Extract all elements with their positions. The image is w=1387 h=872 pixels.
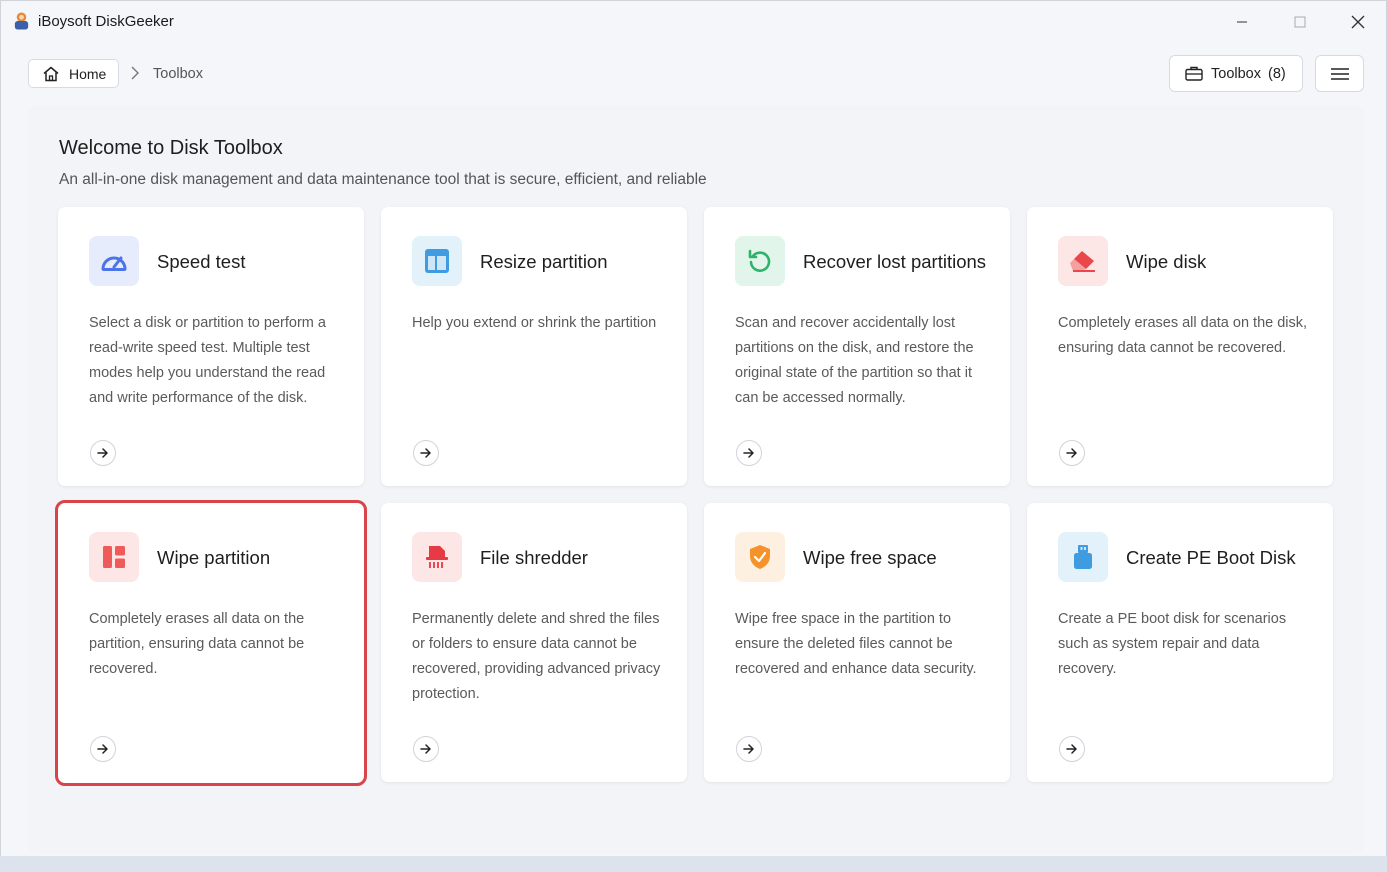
speedometer-icon — [89, 236, 139, 286]
arrow-right-icon — [1066, 448, 1077, 458]
card-open-button[interactable] — [413, 440, 439, 466]
arrow-right-icon — [1066, 744, 1077, 754]
card-description: Completely erases all data on the disk, … — [1058, 315, 1308, 356]
card-open-button[interactable] — [90, 736, 116, 762]
card-title: Speed test — [157, 251, 246, 272]
restore-icon — [735, 236, 785, 286]
card-title: Create PE Boot Disk — [1126, 547, 1296, 568]
card-speed-test[interactable]: Speed test Select a disk or partition to… — [58, 207, 364, 486]
partition-icon — [89, 532, 139, 582]
arrow-right-icon — [97, 448, 108, 458]
menu-button[interactable] — [1315, 55, 1364, 92]
title-bar: iBoysoft DiskGeeker — [1, 1, 1386, 42]
app-logo-icon — [14, 12, 29, 30]
app-title: iBoysoft DiskGeeker — [38, 13, 174, 30]
arrow-right-icon — [743, 448, 754, 458]
card-wipe-free-space[interactable]: Wipe free space Wipe free space in the p… — [704, 503, 1010, 782]
breadcrumb-current: Toolbox — [153, 66, 203, 82]
toolbox-label: Toolbox — [1211, 65, 1261, 82]
card-description: Completely erases all data on the partit… — [89, 611, 305, 677]
close-button[interactable] — [1329, 1, 1387, 42]
usb-drive-icon — [1058, 532, 1108, 582]
chevron-right-icon — [131, 66, 139, 80]
app-window: iBoysoft DiskGeeker Home Toolbox Toolbox… — [0, 0, 1387, 856]
card-description: Wipe free space in the partition to ensu… — [735, 611, 977, 677]
layout-icon — [412, 236, 462, 286]
shredder-icon — [412, 532, 462, 582]
toolbox-count: (8) — [1267, 65, 1286, 82]
card-open-button[interactable] — [1059, 440, 1085, 466]
card-open-button[interactable] — [736, 440, 762, 466]
card-open-button[interactable] — [90, 440, 116, 466]
minimize-icon — [1237, 21, 1247, 22]
maximize-button[interactable] — [1271, 1, 1329, 42]
home-button[interactable]: Home — [28, 59, 119, 88]
card-wipe-disk[interactable]: Wipe disk Completely erases all data on … — [1027, 207, 1333, 486]
main-content: Home Toolbox Toolbox (8) Welcome to Disk… — [1, 42, 1386, 856]
minimize-button[interactable] — [1213, 1, 1271, 42]
card-title: File shredder — [480, 547, 588, 568]
shield-icon — [735, 532, 785, 582]
home-icon — [43, 66, 59, 81]
arrow-right-icon — [743, 744, 754, 754]
card-recover-lost-partitions[interactable]: Recover lost partitions Scan and recover… — [704, 207, 1010, 486]
card-open-button[interactable] — [1059, 736, 1085, 762]
card-title: Wipe disk — [1126, 251, 1207, 272]
card-description: Create a PE boot disk for scenarios such… — [1058, 611, 1287, 677]
eraser-icon — [1058, 236, 1108, 286]
desktop-strip — [0, 856, 1387, 872]
page-title: Welcome to Disk Toolbox — [59, 137, 283, 159]
card-create-pe-boot-disk[interactable]: Create PE Boot Disk Create a PE boot dis… — [1027, 503, 1333, 782]
hamburger-menu-icon — [1330, 67, 1349, 80]
arrow-right-icon — [420, 744, 431, 754]
home-label: Home — [69, 65, 107, 82]
card-title: Wipe free space — [803, 547, 937, 568]
toolbox-button[interactable]: Toolbox (8) — [1169, 55, 1303, 92]
toolbox-panel: Welcome to Disk Toolbox An all-in-one di… — [28, 105, 1364, 853]
card-title: Wipe partition — [157, 547, 271, 568]
card-title: Resize partition — [480, 251, 608, 272]
card-title: Recover lost partitions — [803, 251, 987, 272]
card-open-button[interactable] — [413, 736, 439, 762]
arrow-right-icon — [420, 448, 431, 458]
card-open-button[interactable] — [736, 736, 762, 762]
card-description: Help you extend or shrink the partition — [412, 315, 657, 331]
page-subtitle: An all-in-one disk management and data m… — [59, 171, 707, 188]
toolbox-icon — [1185, 66, 1203, 81]
card-wipe-partition[interactable]: Wipe partition Completely erases all dat… — [55, 500, 367, 786]
arrow-right-icon — [97, 744, 108, 754]
card-description: Select a disk or partition to perform a … — [89, 315, 326, 406]
card-description: Scan and recover accidentally lost parti… — [735, 315, 974, 406]
card-file-shredder[interactable]: File shredder Permanently delete and shr… — [381, 503, 687, 782]
close-icon — [1351, 15, 1365, 28]
card-resize-partition[interactable]: Resize partition Help you extend or shri… — [381, 207, 687, 486]
maximize-icon — [1294, 16, 1306, 27]
card-description: Permanently delete and shred the files o… — [412, 611, 661, 702]
